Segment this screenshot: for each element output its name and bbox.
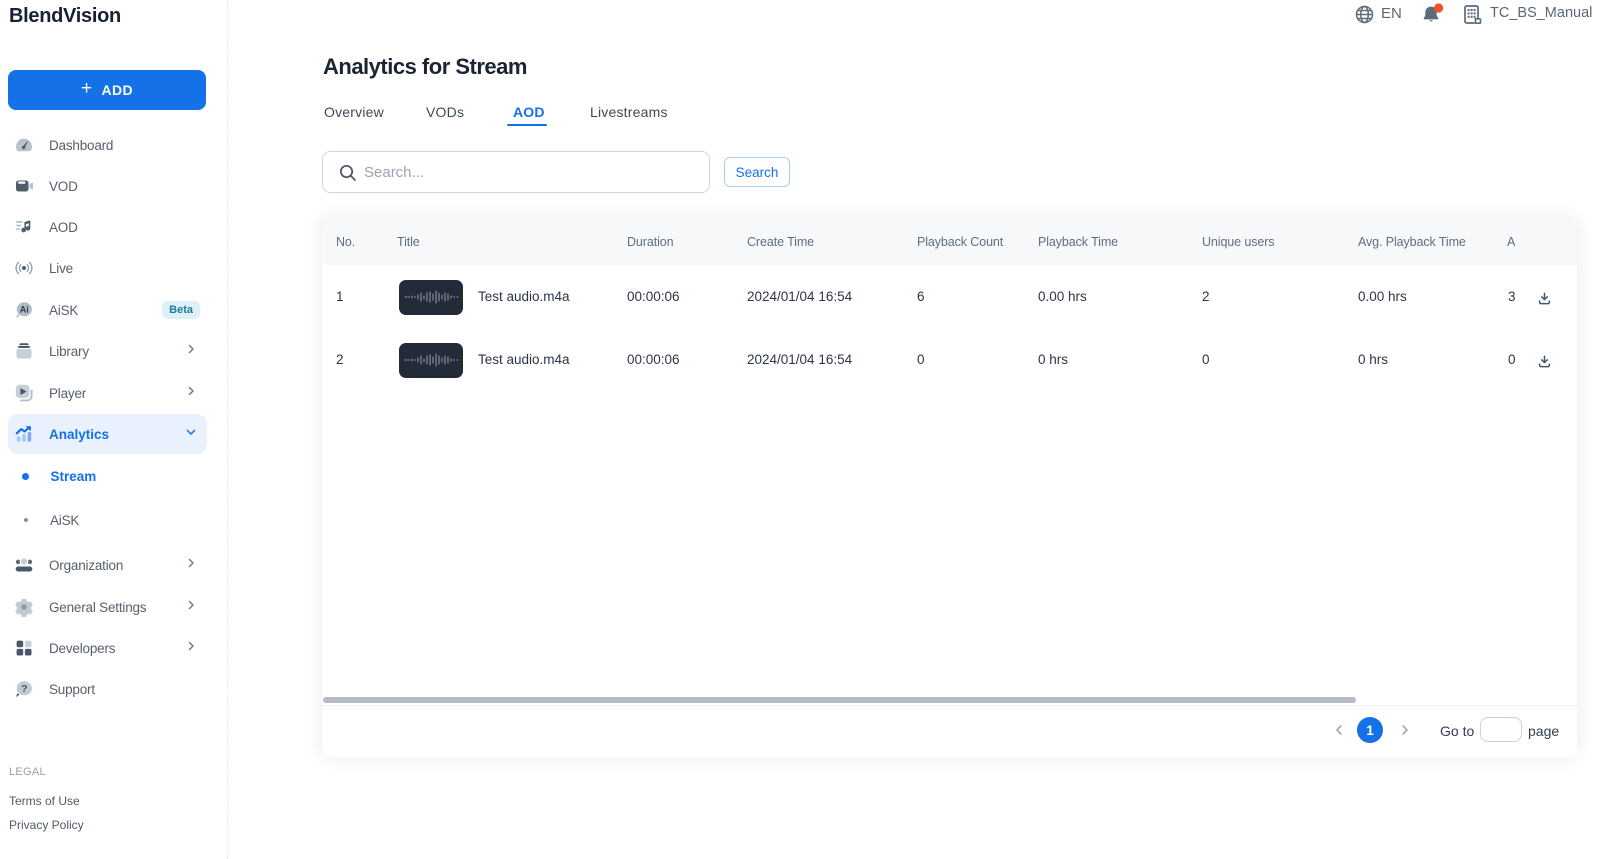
svg-text:Ai: Ai (20, 305, 29, 315)
svg-text:?: ? (21, 683, 27, 695)
